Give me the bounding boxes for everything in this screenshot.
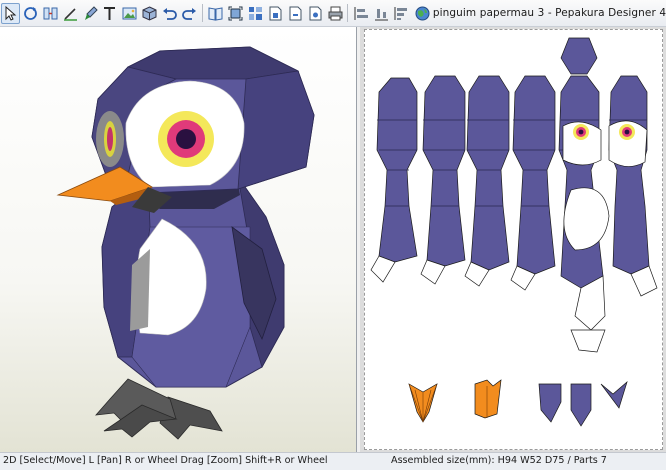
unfolded-pattern[interactable] [365,30,664,451]
beak-part[interactable] [408,383,438,423]
beak-part[interactable] [474,379,502,419]
pattern-part[interactable] [510,75,556,291]
pattern-part-face[interactable] [608,75,658,297]
page-c-button[interactable] [306,3,325,24]
pack-tool-button[interactable] [140,3,159,24]
3d-view-pane[interactable] [0,27,357,452]
pattern-part-face[interactable] [558,37,610,353]
print-button[interactable] [326,3,345,24]
pattern-part[interactable] [370,77,418,283]
scan-button[interactable] [226,3,245,24]
page-a-button[interactable] [266,3,285,24]
rotate-icon [24,6,37,20]
pattern-part[interactable] [420,75,466,285]
grid-icon [249,6,263,20]
layout-button[interactable] [246,3,265,24]
cursor-icon [5,5,17,21]
text-icon [104,6,116,20]
redo-icon [181,7,196,20]
toolbar: pinguim papermau 3 - Pepakura Designer 4 [0,0,666,27]
window-title-area: pinguim papermau 3 - Pepakura Designer 4 [415,6,666,21]
pepakura-globe-icon [415,6,430,20]
paper-sheet[interactable] [364,29,663,450]
page-icon [269,6,282,20]
rotate-tool-button[interactable] [21,3,40,24]
text-tool-button[interactable] [100,3,119,24]
align-c-button[interactable] [392,3,411,24]
cube-icon [142,5,157,21]
line-icon [63,7,77,21]
status-bar: 2D [Select/Move] L [Pan] R or Wheel Drag… [0,452,666,470]
unfold-button[interactable] [207,3,226,24]
toolbar-separator [201,4,203,22]
page-icon [289,6,302,20]
wing-part[interactable] [538,383,562,423]
foot-part[interactable] [600,380,628,409]
page-b-button[interactable] [286,3,305,24]
3d-penguin-model[interactable] [0,27,357,452]
align-icon [354,6,369,20]
eye-pattern [573,124,635,140]
align-b-button[interactable] [372,3,391,24]
2d-view-pane[interactable] [360,27,666,452]
image-icon [122,7,137,19]
join-tool-button[interactable] [41,3,60,24]
page-icon [309,6,322,20]
align-icon [394,6,407,20]
align-a-button[interactable] [352,3,371,24]
wing-part[interactable] [570,383,592,427]
draw-line-tool-button[interactable] [61,3,80,24]
join-icon [43,7,58,19]
redo-button[interactable] [180,3,199,24]
brush-icon [84,5,98,20]
undo-button[interactable] [160,3,179,24]
pattern-part[interactable] [464,75,510,287]
window-title: pinguim papermau 3 - Pepakura Designer 4 [432,7,666,19]
toolbar-separator [347,4,349,22]
status-hint: 2D [Select/Move] L [Pan] R or Wheel Drag… [3,455,328,466]
align-icon [375,8,389,20]
status-assembled-size: Assembled size(mm): H94 W52 D75 / Parts … [391,455,607,466]
paint-tool-button[interactable] [81,3,100,24]
image-tool-button[interactable] [120,3,139,24]
scan-icon [228,6,243,20]
select-tool-button[interactable] [1,2,21,24]
undo-icon [162,7,177,20]
printer-icon [328,6,343,20]
book-icon [208,6,223,21]
